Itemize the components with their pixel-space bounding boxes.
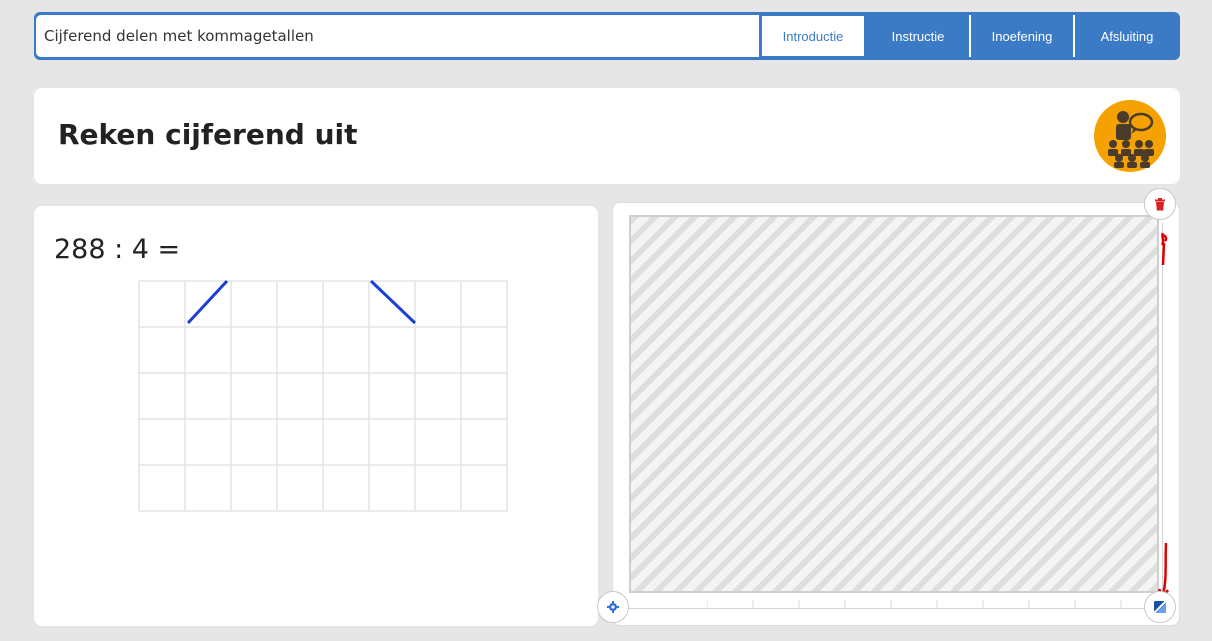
tab-instructie[interactable]: Instructie [867, 15, 969, 57]
resize-button[interactable] [1144, 591, 1176, 623]
whiteboard-panel [597, 188, 1180, 626]
teacher-classroom-icon[interactable] [1094, 100, 1166, 172]
division-bracket-left [186, 280, 229, 325]
division-bracket-right [369, 280, 417, 325]
tab-afsluiting[interactable]: Afsluiting [1075, 15, 1179, 57]
tab-introductie[interactable]: Introductie [761, 15, 865, 57]
red-annotation-strokes [1157, 232, 1170, 600]
drawing-canvas[interactable] [629, 215, 1159, 593]
division-problem: 288 : 4 = [54, 234, 181, 265]
settings-button[interactable] [597, 591, 629, 623]
ruler-ticks [707, 600, 1122, 608]
lesson-title: Cijferend delen met kommagetallen [36, 15, 759, 57]
trash-icon [1155, 197, 1165, 210]
exercise-card: 288 : 4 = [34, 206, 598, 626]
tab-inoefening[interactable]: Inoefening [971, 15, 1073, 57]
lesson-navbar: Cijferend delen met kommagetallen Introd… [34, 12, 1180, 60]
heading-card: Reken cijferend uit [34, 88, 1180, 184]
gear-icon [607, 601, 619, 613]
page-title: Reken cijferend uit [58, 118, 358, 151]
teacher-classroom-icon-graphic [1108, 111, 1154, 168]
answer-grid[interactable] [138, 280, 510, 514]
horizontal-rail [623, 600, 1163, 609]
resize-icon [1154, 601, 1166, 613]
delete-button[interactable] [1144, 188, 1176, 220]
